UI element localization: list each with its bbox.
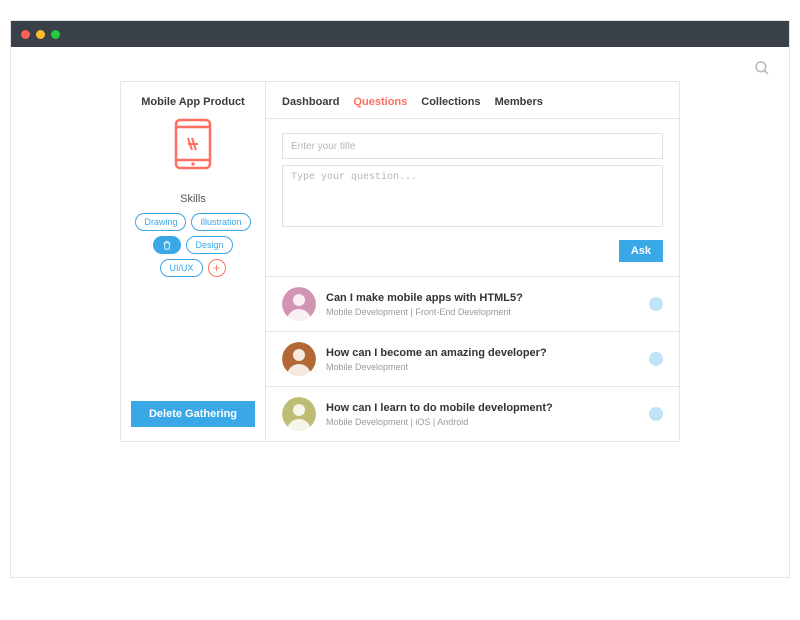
avatar — [282, 342, 316, 376]
skill-chip[interactable]: Illustration — [191, 213, 250, 231]
question-title-input[interactable] — [282, 133, 663, 159]
maximize-icon[interactable] — [51, 30, 60, 39]
avatar — [282, 287, 316, 321]
skills-heading: Skills — [180, 193, 206, 205]
sidebar: Mobile App Product Skills Drawing Illust… — [121, 82, 266, 441]
skill-chip-active[interactable] — [153, 236, 181, 254]
skill-chips: Drawing Illustration Design UI/UX + — [131, 213, 255, 277]
avatar — [282, 397, 316, 431]
list-item[interactable]: How can I become an amazing developer? M… — [266, 332, 679, 387]
compose-area: Ask — [266, 119, 679, 277]
panel: Mobile App Product Skills Drawing Illust… — [120, 81, 680, 442]
question-meta: Mobile Development | iOS | Android — [326, 417, 639, 427]
gathering-title: Mobile App Product — [141, 96, 244, 108]
status-badge — [649, 352, 663, 366]
titlebar — [11, 21, 789, 47]
question-title: How can I become an amazing developer? — [326, 347, 639, 359]
status-badge — [649, 407, 663, 421]
phone-icon — [173, 118, 213, 175]
ask-row: Ask — [282, 240, 663, 262]
skill-chip[interactable]: UI/UX — [160, 259, 202, 277]
skill-chip[interactable]: Drawing — [135, 213, 186, 231]
minimize-icon[interactable] — [36, 30, 45, 39]
app-window: Mobile App Product Skills Drawing Illust… — [10, 20, 790, 578]
tab-questions[interactable]: Questions — [353, 96, 407, 108]
question-meta: Mobile Development | Front-End Developme… — [326, 307, 639, 317]
search-icon[interactable] — [753, 59, 771, 82]
question-text: Can I make mobile apps with HTML5? Mobil… — [326, 292, 639, 317]
list-item[interactable]: How can I learn to do mobile development… — [266, 387, 679, 441]
ask-button[interactable]: Ask — [619, 240, 663, 262]
list-item[interactable]: Can I make mobile apps with HTML5? Mobil… — [266, 277, 679, 332]
question-body-input[interactable] — [282, 165, 663, 227]
question-text: How can I learn to do mobile development… — [326, 402, 639, 427]
tab-members[interactable]: Members — [495, 96, 543, 108]
status-badge — [649, 297, 663, 311]
close-icon[interactable] — [21, 30, 30, 39]
question-title: Can I make mobile apps with HTML5? — [326, 292, 639, 304]
delete-gathering-button[interactable]: Delete Gathering — [131, 401, 255, 427]
add-skill-button[interactable]: + — [208, 259, 226, 277]
question-title: How can I learn to do mobile development… — [326, 402, 639, 414]
skill-chip[interactable]: Design — [186, 236, 232, 254]
tabs: Dashboard Questions Collections Members — [266, 82, 679, 119]
question-list: Can I make mobile apps with HTML5? Mobil… — [266, 277, 679, 441]
main: Dashboard Questions Collections Members … — [266, 82, 679, 441]
tab-collections[interactable]: Collections — [421, 96, 480, 108]
question-text: How can I become an amazing developer? M… — [326, 347, 639, 372]
tab-dashboard[interactable]: Dashboard — [282, 96, 339, 108]
question-meta: Mobile Development — [326, 362, 639, 372]
body: Mobile App Product Skills Drawing Illust… — [11, 47, 789, 577]
